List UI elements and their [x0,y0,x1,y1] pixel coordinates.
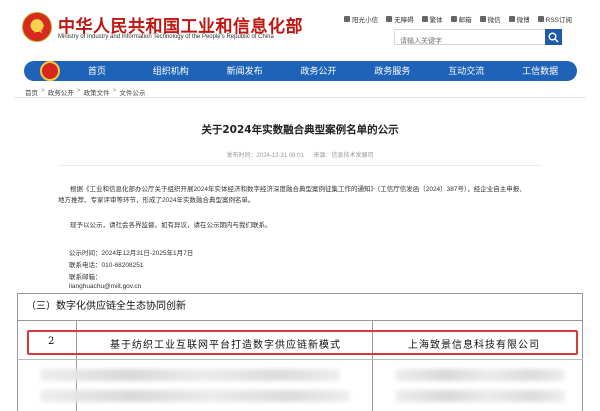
phone-value: 010-68208251 [101,262,144,269]
nav-item-news[interactable]: 新闻发布 [208,61,282,81]
phone-label: 联系电话： [69,262,102,269]
blurred-table-row [40,369,340,381]
table-gridline [17,321,18,411]
nav-item-organization[interactable]: 组织机构 [134,61,208,81]
notice-period: 公示时间：2024年12月31日-2025年1月7日 [69,250,194,257]
table-cell-case-name: 基于纺织工业互联网平台打造数字供应链新模式 [110,340,341,351]
breadcrumb-notice[interactable]: 文件公示 [119,87,145,97]
search-icon [548,32,559,43]
nav-emblem-icon [40,61,60,81]
nav-item-data[interactable]: 工信数据 [503,61,577,81]
blurred-table-row [395,369,565,381]
toplink-weibo[interactable]: 微博 [508,14,530,24]
table-gridline [582,321,583,411]
table-cell-number: 2 [48,336,55,347]
nav-item-gov-service[interactable]: 政务服务 [355,61,429,81]
nav-item-interaction[interactable]: 互动交流 [429,61,503,81]
rss-icon [537,16,544,22]
article-title: 关于2024年实数融合典型案例名单的公示 [201,124,399,136]
search-box [394,29,562,49]
contact-email-label: 联系邮箱： [69,274,102,281]
divider [58,165,542,166]
article-paragraph: 根据《工业和信息化部办公厅关于组织开展2024年实体经济和数字经济深度融合典型案… [58,186,526,204]
breadcrumb-separator: > [76,87,81,94]
toplink-label: 阳光小信 [352,17,379,24]
breadcrumb: 首页 > 政务公开 > 政策文件 > 文件公示 [25,87,145,97]
publish-date: 发布时间：2024-12-31 08:01 [226,153,304,159]
table-cell-company: 上海致景信息科技有限公司 [408,340,540,351]
breadcrumb-separator: > [41,87,45,94]
weibo-icon [508,16,515,22]
breadcrumb-home[interactable]: 首页 [25,87,38,97]
mail-icon [450,16,457,22]
site-subtitle: Ministry of Industry and Information Tec… [58,34,274,40]
nav-item-home[interactable]: 首页 [60,61,134,81]
search-input[interactable] [395,34,561,49]
toplink-label: 微博 [516,17,530,24]
toplink-label: 微信 [487,17,501,24]
traditional-icon [421,16,428,22]
breadcrumb-gov-info[interactable]: 政务公开 [48,87,74,97]
main-nav: 首页 组织机构 新闻发布 政务公开 政务服务 互动交流 工信数据 [24,61,577,81]
blurred-table-row [40,390,350,402]
contact-phone: 联系电话：010-68208251 [69,259,143,269]
top-links: 阳光小信 无障碍 繁体 邮箱 微信 微博 RSS订阅 [344,14,572,24]
toplink-label: 邮箱 [458,17,472,24]
toplink-label: 无障碍 [394,17,414,24]
accessibility-icon [386,16,393,22]
blurred-table-row [395,390,565,402]
toplink-accessibility[interactable]: 无障碍 [386,14,414,24]
contact-email[interactable]: lianghuachu@miit.gov.cn [69,283,141,290]
toplink-label: 繁体 [429,17,443,24]
search-button[interactable] [545,29,562,45]
article-source: 来源：信息技术发展司 [313,153,374,159]
toplink-traditional[interactable]: 繁体 [421,14,443,24]
toplink-mail[interactable]: 邮箱 [450,14,472,24]
article-meta: 发布时间：2024-12-31 08:01 来源：信息技术发展司 [0,150,600,159]
site-header: 中华人民共和国工业和信息化部 Ministry of Industry and … [0,0,600,56]
table-section-title: （三）数字化供应链全生态协同创新 [26,301,186,312]
nav-item-gov-info[interactable]: 政务公开 [282,61,356,81]
breadcrumb-policy[interactable]: 政策文件 [84,87,110,97]
toplink-rss[interactable]: RSS订阅 [537,14,572,24]
toplink-sunshine[interactable]: 阳光小信 [344,14,378,24]
divider [14,97,586,98]
table-gridline [17,359,583,360]
article-paragraph: 现予以公示，请社会各界监督。如有异议，请在公示期内与我们联系。 [70,222,272,229]
wechat-icon [479,16,486,22]
toplink-label: RSS订阅 [545,17,572,24]
breadcrumb-separator: > [112,87,117,94]
toplink-wechat[interactable]: 微信 [479,14,501,24]
national-emblem-icon [22,12,52,42]
sun-icon [344,16,351,22]
